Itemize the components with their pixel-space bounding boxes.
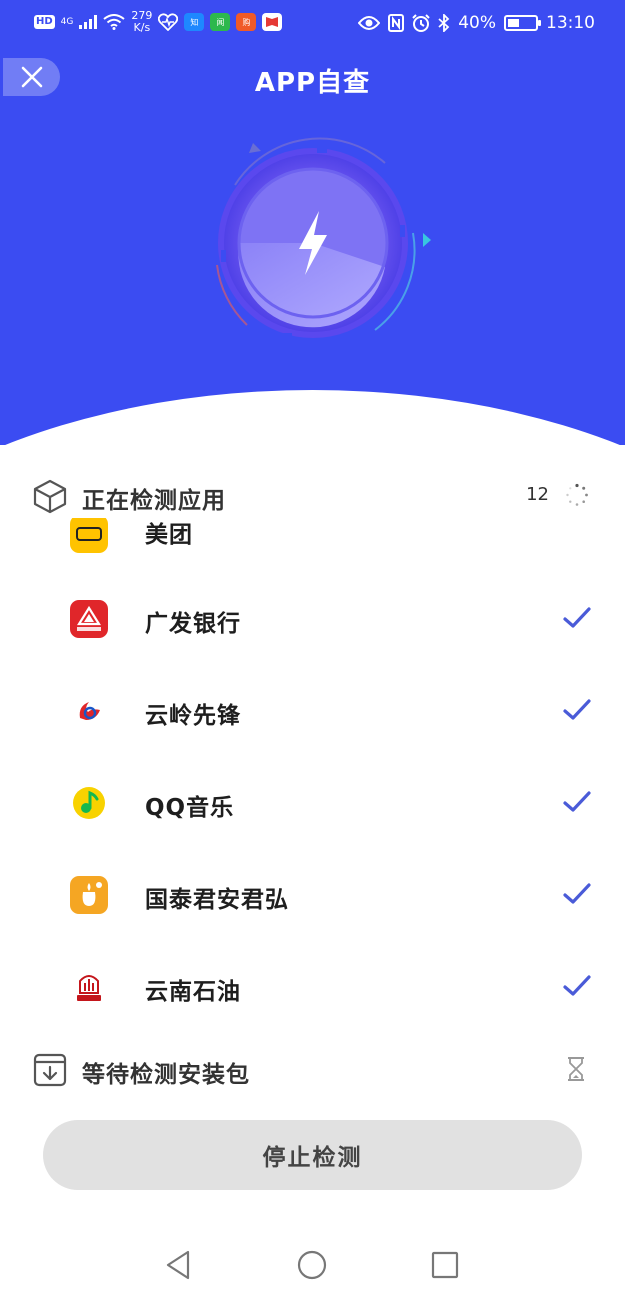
app-name: QQ音乐 xyxy=(145,795,235,821)
box-icon xyxy=(33,479,67,514)
app-name: 国泰君安君弘 xyxy=(145,887,289,913)
status-bar: HD 4G 279 K/s 知 闻 购 40% 13:10 xyxy=(0,0,625,46)
bluetooth-icon xyxy=(438,14,450,32)
stop-scan-button[interactable]: 停止检测 xyxy=(43,1120,582,1190)
battery-percent: 40% xyxy=(458,13,496,33)
nfc-icon xyxy=(388,14,405,32)
health-icon xyxy=(158,13,179,31)
gtja-icon xyxy=(70,876,108,914)
qq-music-icon xyxy=(70,784,108,822)
download-box-icon xyxy=(33,1053,67,1087)
status-bar-left: HD 4G 279 K/s 知 闻 购 xyxy=(34,10,283,34)
list-item[interactable]: QQ音乐 xyxy=(0,758,625,850)
book-icon xyxy=(262,13,283,31)
waiting-section-header: 等待检测安装包 xyxy=(0,1050,625,1090)
battery-icon xyxy=(504,15,541,31)
shop-icon: 购 xyxy=(236,13,257,31)
app-name: 云岭先锋 xyxy=(145,703,241,729)
meituan-icon xyxy=(70,518,108,553)
list-item[interactable]: 美团 xyxy=(0,518,625,580)
yunnan-oil-icon xyxy=(70,968,108,1006)
eye-icon xyxy=(358,16,381,30)
waiting-title: 等待检测安装包 xyxy=(82,1062,250,1088)
list-item[interactable]: 国泰君安君弘 xyxy=(0,850,625,942)
spinner-icon xyxy=(566,483,588,506)
yunling-icon xyxy=(70,692,108,730)
navigation-bar xyxy=(0,1232,625,1299)
wifi-icon xyxy=(103,14,125,30)
scanning-count: 12 xyxy=(526,484,549,505)
check-icon xyxy=(563,791,591,812)
scanning-title: 正在检测应用 xyxy=(82,488,226,514)
hourglass-icon xyxy=(568,1057,584,1081)
check-icon xyxy=(563,699,591,720)
news-icon: 闻 xyxy=(210,13,231,31)
home-icon[interactable] xyxy=(295,1248,329,1282)
header-curve xyxy=(0,390,625,445)
clock: 13:10 xyxy=(546,13,595,33)
network-type: 4G xyxy=(60,17,74,27)
check-icon xyxy=(563,607,591,628)
list-item[interactable]: 云岭先锋 xyxy=(0,666,625,758)
status-bar-right: 40% 13:10 xyxy=(358,13,595,33)
hd-icon: HD xyxy=(34,15,55,29)
network-speed: 279 K/s xyxy=(131,10,152,34)
check-icon xyxy=(563,975,591,996)
alarm-icon xyxy=(412,14,430,32)
scanning-section-header: 正在检测应用 12 xyxy=(0,476,625,516)
scan-dial xyxy=(216,137,431,338)
zhihu-icon: 知 xyxy=(184,13,205,31)
list-item[interactable]: 云南石油 xyxy=(0,942,625,1034)
page-title: APP自查 xyxy=(254,68,371,98)
app-name: 美团 xyxy=(145,522,193,548)
list-item[interactable]: 广发银行 xyxy=(0,574,625,666)
back-icon[interactable] xyxy=(162,1248,196,1282)
app-name: 广发银行 xyxy=(145,611,241,637)
cgb-bank-icon xyxy=(70,600,108,638)
app-name: 云南石油 xyxy=(145,979,241,1005)
signal-icon xyxy=(79,15,98,29)
recents-icon[interactable] xyxy=(428,1248,462,1282)
check-icon xyxy=(563,883,591,904)
speed-unit: K/s xyxy=(133,21,151,34)
app-list[interactable]: 美团 广发银行 云岭先锋 QQ音乐 国泰君安君弘 云南石油 xyxy=(0,518,625,1040)
